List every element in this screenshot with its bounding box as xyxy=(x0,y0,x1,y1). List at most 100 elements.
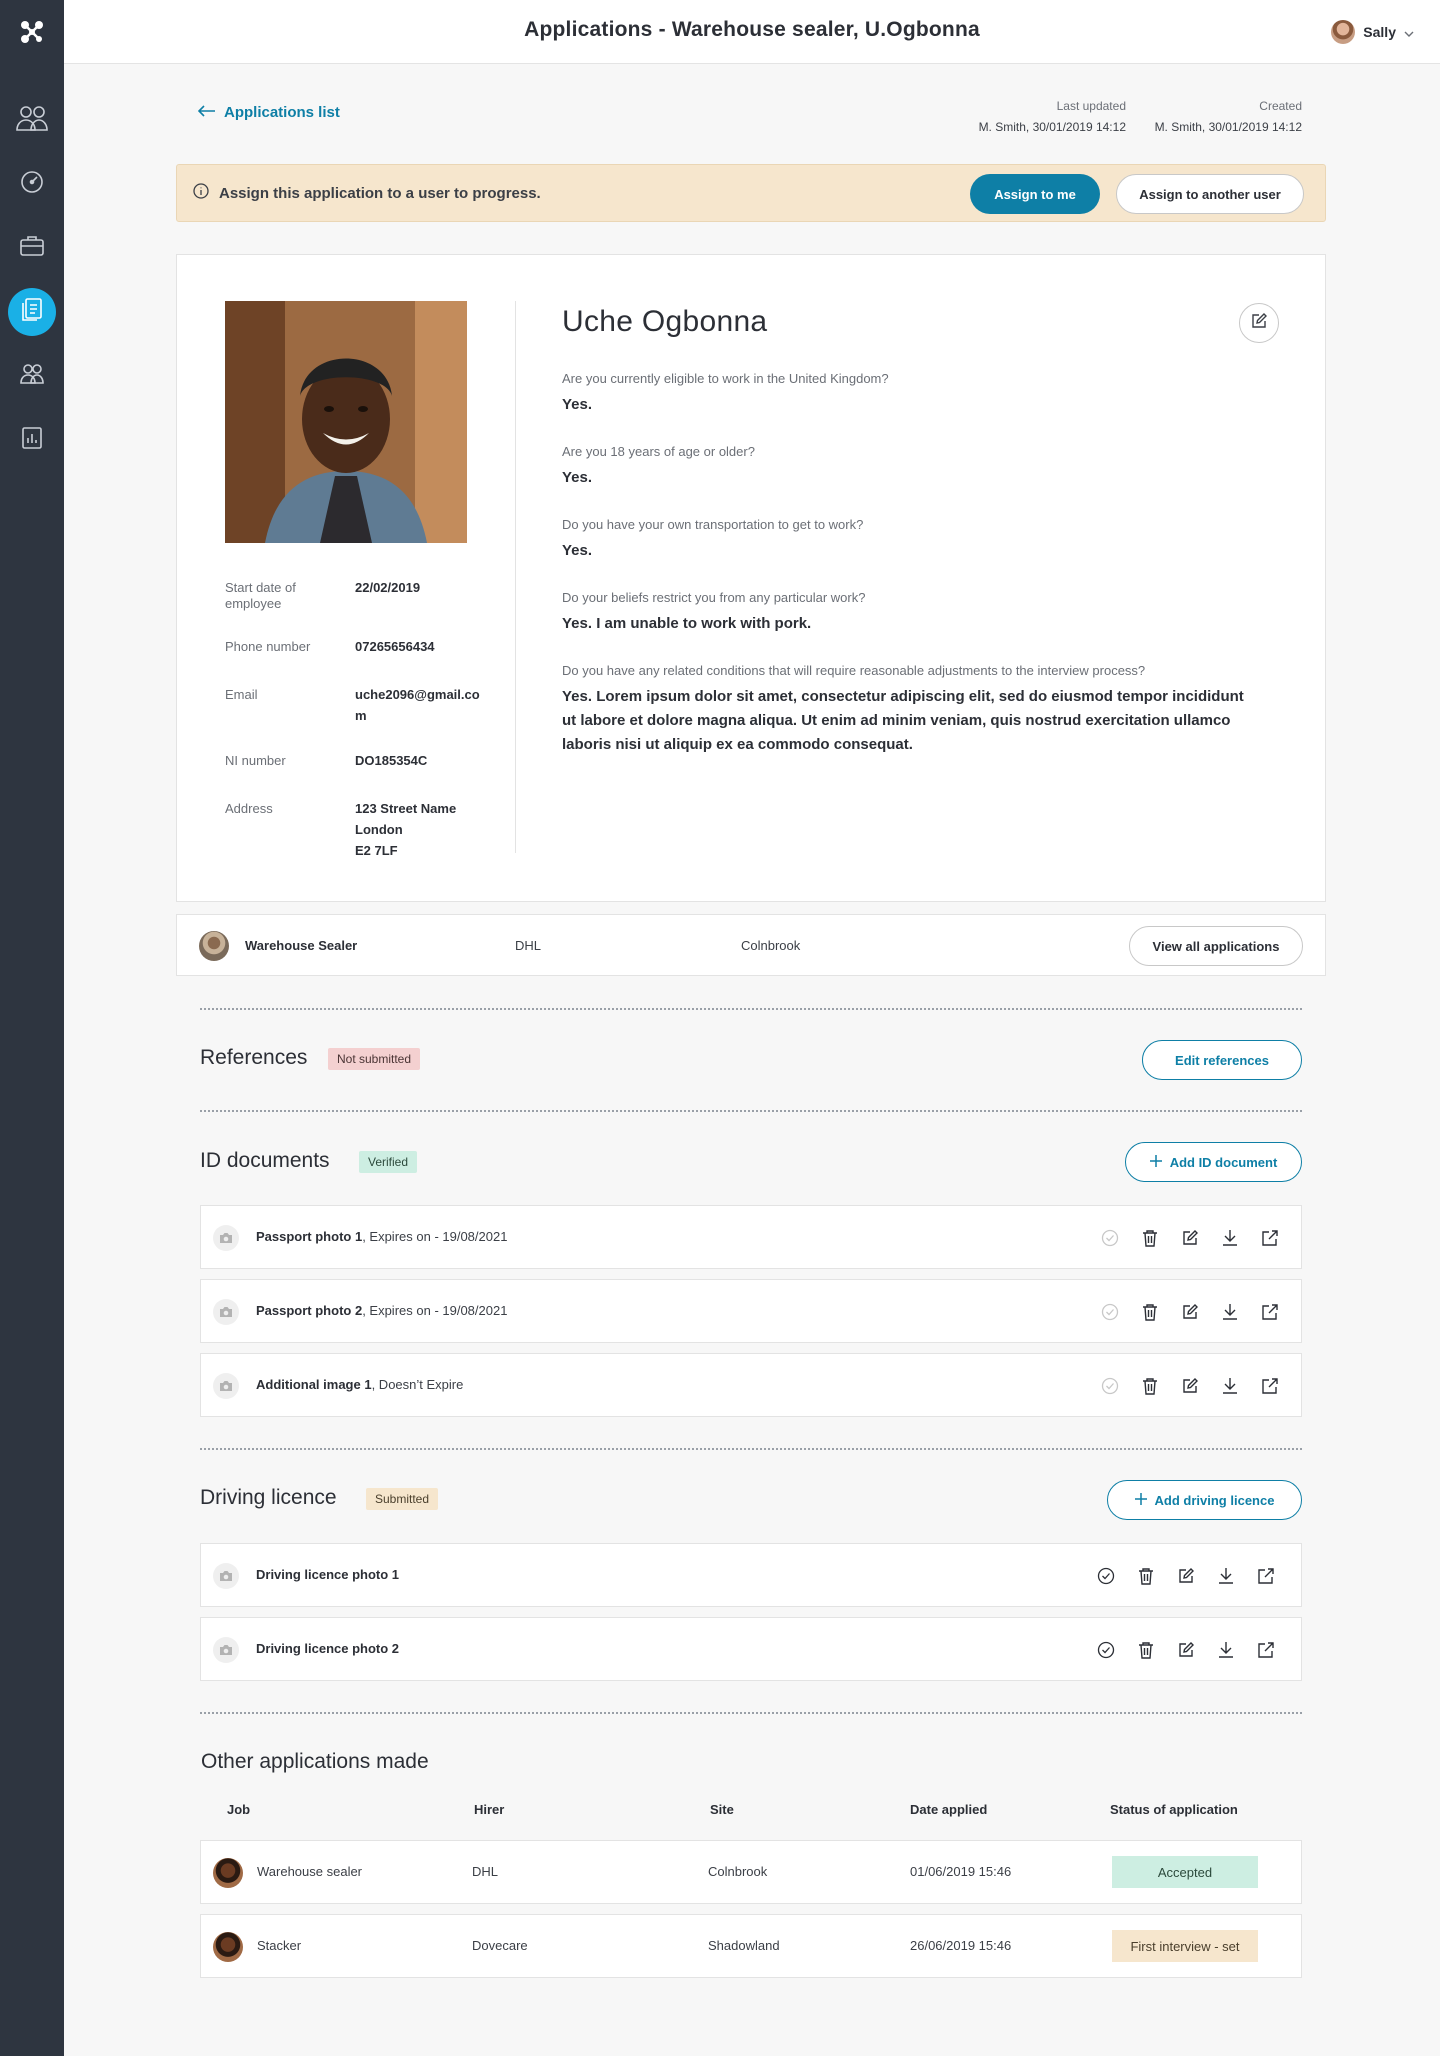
external-link-icon[interactable] xyxy=(1255,1639,1277,1661)
trash-icon[interactable] xyxy=(1139,1301,1161,1323)
verify-icon[interactable] xyxy=(1099,1375,1121,1397)
edit-icon[interactable] xyxy=(1175,1639,1197,1661)
external-link-icon[interactable] xyxy=(1259,1375,1281,1397)
sidebar-item-applications[interactable] xyxy=(8,288,56,336)
sidebar-item-jobs[interactable] xyxy=(8,224,56,272)
external-link-icon[interactable] xyxy=(1255,1565,1277,1587)
view-all-applications-button[interactable]: View all applications xyxy=(1129,926,1303,966)
document-label: Additional image 1, Doesn’t Expire xyxy=(256,1377,463,1392)
download-icon[interactable] xyxy=(1219,1301,1241,1323)
assign-to-me-button[interactable]: Assign to me xyxy=(970,174,1100,214)
trash-icon[interactable] xyxy=(1135,1639,1157,1661)
detail-label: Email xyxy=(225,687,258,702)
user-name: Sally xyxy=(1363,24,1396,40)
cell-site: Colnbrook xyxy=(708,1864,768,1879)
candidate-name: Uche Ogbonna xyxy=(562,305,768,338)
people-icon xyxy=(15,104,49,137)
download-icon[interactable] xyxy=(1215,1639,1237,1661)
download-icon[interactable] xyxy=(1215,1565,1237,1587)
cell-job: Warehouse sealer xyxy=(257,1864,363,1879)
status-badge: Submitted xyxy=(366,1488,439,1510)
document-name: Passport photo 2 xyxy=(256,1303,363,1318)
edit-icon[interactable] xyxy=(1179,1375,1201,1397)
sidebar-item-users[interactable] xyxy=(8,352,56,400)
download-icon[interactable] xyxy=(1219,1227,1241,1249)
sidebar-item-people[interactable] xyxy=(8,96,56,144)
table-row[interactable]: Warehouse sealer DHL Colnbrook 01/06/201… xyxy=(200,1840,1302,1904)
download-icon[interactable] xyxy=(1219,1375,1241,1397)
dashboard-icon xyxy=(20,170,44,199)
external-link-icon[interactable] xyxy=(1259,1227,1281,1249)
edit-references-button[interactable]: Edit references xyxy=(1142,1040,1302,1080)
verify-icon[interactable] xyxy=(1095,1639,1117,1661)
created: Created M. Smith, 30/01/2019 14:12 xyxy=(1136,96,1302,138)
cell-date: 01/06/2019 15:46 xyxy=(910,1864,1012,1879)
list-item: Passport photo 2, Expires on - 19/08/202… xyxy=(200,1279,1302,1343)
camera-icon xyxy=(213,1563,239,1589)
list-item: Additional image 1, Doesn’t Expire xyxy=(200,1353,1302,1417)
add-driving-licence-button[interactable]: Add driving licence xyxy=(1107,1480,1302,1520)
document-name: Driving licence photo 1 xyxy=(256,1567,400,1582)
address-line: 123 Street Name xyxy=(355,801,457,816)
sidebar-item-reports[interactable] xyxy=(8,416,56,464)
top-bar: Applications - Warehouse sealer, U.Ogbon… xyxy=(64,0,1440,64)
table-row[interactable]: Stacker Dovecare Shadowland 26/06/2019 1… xyxy=(200,1914,1302,1978)
answer: Yes. xyxy=(562,396,593,413)
banner-text: Assign this application to a user to pro… xyxy=(219,184,541,202)
plus-icon xyxy=(1134,1492,1147,1508)
other-applications-title: Other applications made xyxy=(201,1750,429,1773)
last-updated-value: M. Smith, 30/01/2019 14:12 xyxy=(978,120,1126,134)
verify-icon[interactable] xyxy=(1099,1301,1121,1323)
document-label: Driving licence photo 1 xyxy=(256,1567,399,1582)
detail-value: uche2096@gmail.com xyxy=(355,687,480,723)
answer: Yes. xyxy=(562,542,593,559)
trash-icon[interactable] xyxy=(1135,1565,1157,1587)
candidate-photo xyxy=(225,301,467,543)
sidebar-item-dashboard[interactable] xyxy=(8,160,56,208)
edit-icon[interactable] xyxy=(1179,1227,1201,1249)
assign-to-another-user-button[interactable]: Assign to another user xyxy=(1116,174,1304,214)
cell-hirer: DHL xyxy=(472,1864,499,1879)
trash-icon[interactable] xyxy=(1139,1227,1161,1249)
address-line: E2 7LF xyxy=(355,843,398,858)
job-hirer: DHL xyxy=(515,938,542,953)
chevron-down-icon xyxy=(1404,24,1414,40)
applications-list-link[interactable]: Applications list xyxy=(197,104,340,121)
user-menu[interactable]: Sally xyxy=(1331,20,1414,44)
arrow-left-icon xyxy=(197,104,216,121)
last-updated-label: Last updated xyxy=(1056,99,1126,113)
last-updated: Last updated M. Smith, 30/01/2019 14:12 xyxy=(960,96,1126,138)
users-icon xyxy=(19,363,45,390)
question: Are you currently eligible to work in th… xyxy=(562,371,889,386)
document-label: Driving licence photo 2 xyxy=(256,1641,399,1656)
cell-site: Shadowland xyxy=(708,1938,780,1953)
verify-icon[interactable] xyxy=(1095,1565,1117,1587)
job-summary: Warehouse Sealer DHL Colnbrook View all … xyxy=(176,914,1326,976)
driving-licence-title: Driving licence xyxy=(200,1486,337,1509)
cell-hirer: Dovecare xyxy=(472,1938,528,1953)
verify-icon[interactable] xyxy=(1099,1227,1121,1249)
external-link-icon[interactable] xyxy=(1259,1301,1281,1323)
camera-icon xyxy=(213,1299,239,1325)
assign-banner: Assign this application to a user to pro… xyxy=(176,164,1326,222)
document-name: Driving licence photo 2 xyxy=(256,1641,400,1656)
divider xyxy=(200,1110,1302,1112)
question: Do your beliefs restrict you from any pa… xyxy=(562,590,866,605)
references-title: References xyxy=(200,1046,308,1069)
logo-icon[interactable] xyxy=(0,0,64,64)
address-line: London xyxy=(355,822,403,837)
reports-icon xyxy=(21,426,43,455)
add-id-document-button[interactable]: Add ID document xyxy=(1125,1142,1302,1182)
briefcase-icon xyxy=(19,234,45,263)
cell-job: Stacker xyxy=(257,1938,302,1953)
edit-profile-button[interactable] xyxy=(1239,303,1279,343)
divider xyxy=(200,1712,1302,1714)
edit-icon[interactable] xyxy=(1175,1565,1197,1587)
list-item: Driving licence photo 2 xyxy=(200,1617,1302,1681)
trash-icon[interactable] xyxy=(1139,1375,1161,1397)
avatar xyxy=(213,1858,243,1888)
answer: Yes. Lorem ipsum dolor sit amet, consect… xyxy=(562,688,1244,753)
edit-icon[interactable] xyxy=(1179,1301,1201,1323)
column-header: Date applied xyxy=(910,1802,988,1817)
detail-value: 07265656434 xyxy=(355,639,435,654)
